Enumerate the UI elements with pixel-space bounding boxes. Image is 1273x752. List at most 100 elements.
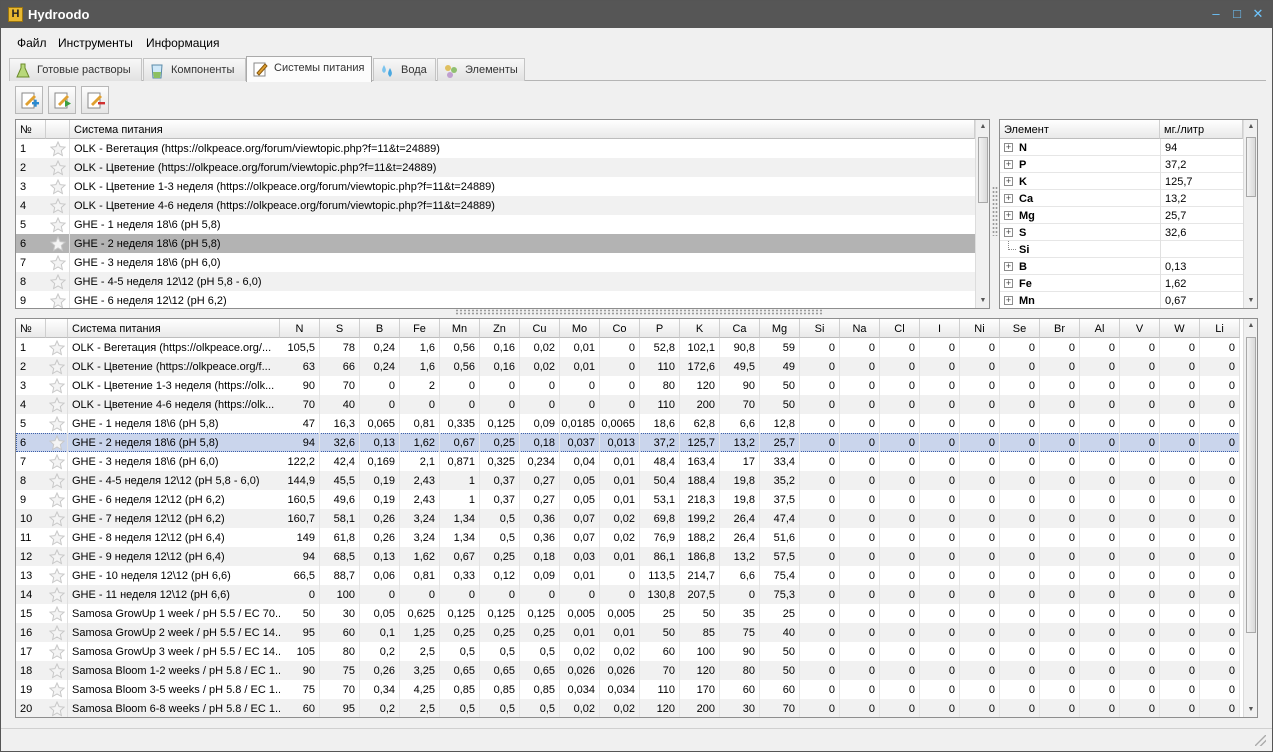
favorite-star-icon[interactable] <box>50 198 66 214</box>
system-row[interactable]: 5 GHE - 1 неделя 18\6 (pH 5,8) <box>16 215 975 234</box>
favorite-star-icon[interactable] <box>50 160 66 176</box>
grid-scrollbar[interactable]: ▲ ▼ <box>1243 319 1257 717</box>
element-row[interactable]: + Mn 0,67 <box>1000 292 1243 308</box>
favorite-star-icon[interactable] <box>50 293 66 309</box>
grid-column-header[interactable]: N <box>280 319 320 338</box>
systems-scrollbar[interactable]: ▲ ▼ <box>975 120 989 308</box>
favorite-star-icon[interactable] <box>49 359 65 375</box>
favorite-star-icon[interactable] <box>50 274 66 290</box>
systems-composition-grid[interactable]: № Система питания N S B Fe Mn Zn Cu Mo Co P K Ca Mg Si N… <box>15 318 1258 718</box>
expand-icon[interactable]: + <box>1004 262 1013 271</box>
expand-icon[interactable]: + <box>1004 177 1013 186</box>
grid-column-header[interactable]: Li <box>1200 319 1240 338</box>
grid-column-header[interactable]: Система питания <box>68 319 280 338</box>
grid-column-header[interactable]: Na <box>840 319 880 338</box>
resize-grip-icon[interactable] <box>1255 735 1266 746</box>
favorite-star-icon[interactable] <box>49 549 65 565</box>
grid-column-header[interactable]: Mg <box>760 319 800 338</box>
grid-row[interactable]: 2 OLK - Цветение (https://olkpeace.org/f.… <box>16 357 1240 376</box>
grid-column-header[interactable]: Br <box>1040 319 1080 338</box>
element-row[interactable]: + N 94 <box>1000 139 1243 156</box>
vertical-splitter[interactable] <box>992 186 998 236</box>
favorite-star-icon[interactable] <box>49 397 65 413</box>
grid-row[interactable]: 3 OLK - Цветение 1-3 неделя (https://olk.… <box>16 376 1240 395</box>
grid-column-header[interactable]: Fe <box>400 319 440 338</box>
scroll-up-icon[interactable]: ▲ <box>976 120 989 134</box>
grid-column-header[interactable]: Zn <box>480 319 520 338</box>
elements-tree[interactable]: Элемент мг./литр + N 94 + P 37,2 + K 125,7 + Ca 13,… <box>999 119 1258 309</box>
expand-icon[interactable]: + <box>1004 143 1013 152</box>
favorite-star-icon[interactable] <box>49 511 65 527</box>
column-header-mg-per-liter[interactable]: мг./литр <box>1160 120 1243 139</box>
scroll-down-icon[interactable]: ▼ <box>1244 703 1257 717</box>
system-row[interactable]: 1 OLK - Вегетация (https://olkpeace.org/f… <box>16 139 975 158</box>
favorite-star-icon[interactable] <box>49 701 65 717</box>
favorite-star-icon[interactable] <box>49 416 65 432</box>
grid-row[interactable]: 19 Samosa Bloom 3-5 weeks / pH 5.8 / EC 1… <box>16 680 1240 699</box>
favorite-star-icon[interactable] <box>50 141 66 157</box>
title-bar[interactable]: H Hydroodo – □ ✕ <box>1 1 1272 28</box>
element-row[interactable]: Si <box>1000 241 1243 258</box>
grid-column-header[interactable]: V <box>1120 319 1160 338</box>
favorite-star-icon[interactable] <box>50 217 66 233</box>
tab-water[interactable]: Вода <box>373 58 436 81</box>
tab-elements[interactable]: Элементы <box>437 58 525 81</box>
grid-column-header[interactable]: B <box>360 319 400 338</box>
favorite-star-icon[interactable] <box>50 179 66 195</box>
grid-row[interactable]: 5 GHE - 1 неделя 18\6 (pH 5,8) 47 16,3 0,065… <box>16 414 1240 433</box>
menu-info[interactable]: Информация <box>146 36 219 50</box>
grid-row[interactable]: 17 Samosa GrowUp 3 week / pH 5.5 / EC 14.… <box>16 642 1240 661</box>
column-header-system[interactable]: Система питания <box>70 120 975 139</box>
add-system-button[interactable] <box>15 86 43 114</box>
grid-column-header[interactable]: Cu <box>520 319 560 338</box>
grid-column-header[interactable]: Co <box>600 319 640 338</box>
grid-row[interactable]: 6 GHE - 2 неделя 18\6 (pH 5,8) 94 32,6 0,13 1… <box>16 433 1240 452</box>
systems-list[interactable]: № Система питания 1 OLK - Вегетация (http… <box>15 119 990 309</box>
grid-row[interactable]: 16 Samosa GrowUp 2 week / pH 5.5 / EC 14.… <box>16 623 1240 642</box>
grid-row[interactable]: 1 OLK - Вегетация (https://olkpeace.org/.… <box>16 338 1240 357</box>
grid-row[interactable]: 13 GHE - 10 неделя 12\12 (pH 6,6) 66,5 88,7… <box>16 566 1240 585</box>
favorite-star-icon[interactable] <box>49 663 65 679</box>
horizontal-splitter[interactable] <box>455 309 823 315</box>
grid-row[interactable]: 11 GHE - 8 неделя 12\12 (pH 6,4) 149 61,8 0,… <box>16 528 1240 547</box>
element-row[interactable]: + S 32,6 <box>1000 224 1243 241</box>
close-button[interactable]: ✕ <box>1248 5 1268 23</box>
favorite-star-icon[interactable] <box>49 340 65 356</box>
grid-column-header[interactable]: W <box>1160 319 1200 338</box>
system-row[interactable]: 8 GHE - 4-5 неделя 12\12 (pH 5,8 - 6,0) <box>16 272 975 291</box>
tab-nutrition-systems[interactable]: Системы питания <box>246 56 372 82</box>
edit-system-button[interactable] <box>48 86 76 114</box>
column-header-number[interactable]: № <box>16 120 46 139</box>
column-header-element[interactable]: Элемент <box>1000 120 1160 139</box>
expand-icon[interactable]: + <box>1004 211 1013 220</box>
grid-row[interactable]: 8 GHE - 4-5 неделя 12\12 (pH 5,8 - 6,0) 14… <box>16 471 1240 490</box>
grid-row[interactable]: 4 OLK - Цветение 4-6 неделя (https://olk.… <box>16 395 1240 414</box>
element-row[interactable]: + P 37,2 <box>1000 156 1243 173</box>
minimize-button[interactable]: – <box>1206 5 1226 23</box>
scroll-thumb[interactable] <box>1246 337 1256 633</box>
system-row[interactable]: 3 OLK - Цветение 1-3 неделя (https://olkp… <box>16 177 975 196</box>
scroll-thumb[interactable] <box>1246 137 1256 197</box>
grid-row[interactable]: 12 GHE - 9 неделя 12\12 (pH 6,4) 94 68,5 0,1… <box>16 547 1240 566</box>
scroll-down-icon[interactable]: ▼ <box>1244 294 1257 308</box>
grid-column-header[interactable]: Mo <box>560 319 600 338</box>
favorite-star-icon[interactable] <box>49 435 65 451</box>
favorite-star-icon[interactable] <box>49 568 65 584</box>
maximize-button[interactable]: □ <box>1227 5 1247 23</box>
grid-column-header[interactable]: Ni <box>960 319 1000 338</box>
tab-components[interactable]: Компоненты <box>143 58 246 81</box>
favorite-star-icon[interactable] <box>49 625 65 641</box>
menu-tools[interactable]: Инструменты <box>58 36 133 50</box>
system-row[interactable]: 6 GHE - 2 неделя 18\6 (pH 5,8) <box>16 234 975 253</box>
grid-row[interactable]: 15 Samosa GrowUp 1 week / pH 5.5 / EC 70.… <box>16 604 1240 623</box>
favorite-star-icon[interactable] <box>49 530 65 546</box>
element-row[interactable]: + K 125,7 <box>1000 173 1243 190</box>
favorite-star-icon[interactable] <box>49 473 65 489</box>
element-row[interactable]: + Fe 1,62 <box>1000 275 1243 292</box>
scroll-up-icon[interactable]: ▲ <box>1244 120 1257 134</box>
favorite-star-icon[interactable] <box>50 236 66 252</box>
grid-row[interactable]: 14 GHE - 11 неделя 12\12 (pH 6,6) 0 100 0 0 0 0… <box>16 585 1240 604</box>
system-row[interactable]: 4 OLK - Цветение 4-6 неделя (https://olkp… <box>16 196 975 215</box>
favorite-star-icon[interactable] <box>49 587 65 603</box>
grid-column-header[interactable]: Se <box>1000 319 1040 338</box>
